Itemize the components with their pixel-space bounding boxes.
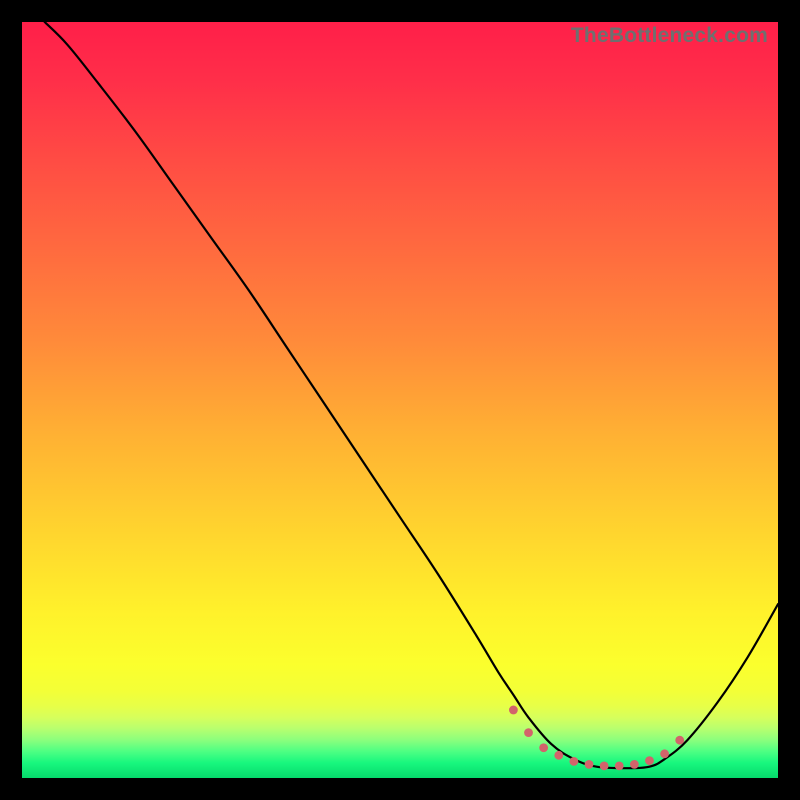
optimal-dot (585, 760, 594, 769)
watermark-label: TheBottleneck.com (571, 24, 768, 48)
optimal-dot (569, 757, 578, 766)
optimal-dot (509, 706, 518, 715)
optimal-dot (600, 762, 609, 771)
optimal-band-dots (509, 706, 684, 771)
optimal-dot (524, 728, 533, 737)
optimal-dot (660, 749, 669, 758)
optimal-dot (615, 762, 624, 771)
line-series (45, 22, 778, 768)
optimal-dot (554, 751, 563, 760)
bottleneck-curve (22, 22, 778, 778)
optimal-dot (675, 736, 684, 745)
optimal-dot (539, 743, 548, 752)
optimal-dot (645, 756, 654, 765)
chart-frame: TheBottleneck.com (22, 22, 778, 778)
optimal-dot (630, 760, 639, 769)
